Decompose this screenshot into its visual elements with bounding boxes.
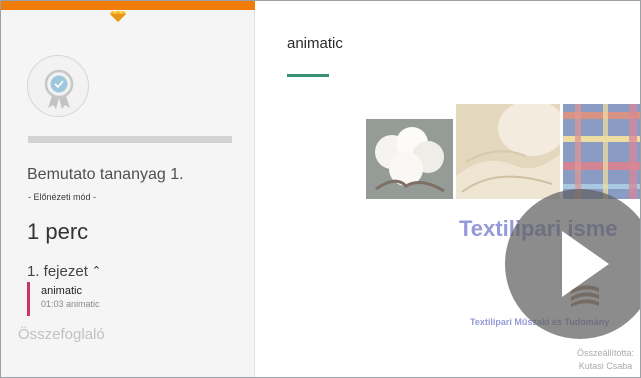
slide-credits: Összeállította: Kutasi Csaba: [577, 347, 634, 373]
course-duration: 1 perc: [27, 219, 89, 244]
diamond-icon: [110, 11, 126, 22]
lesson-item[interactable]: animatic 01:03 animatic: [27, 282, 227, 316]
course-title: Bemutato tananyag 1.: [27, 166, 184, 183]
fabric-image: [563, 104, 640, 199]
course-sidebar: Bemutato tananyag 1. - Előnézeti mód - 1…: [1, 1, 255, 377]
badge-icon: [44, 69, 74, 109]
author-name: Kutasi Csaba: [578, 361, 633, 371]
heading-underline: [287, 74, 329, 77]
cotton-image: [366, 119, 453, 199]
summary-link[interactable]: Összefoglaló: [18, 326, 105, 343]
play-button[interactable]: [505, 189, 640, 339]
play-icon: [562, 231, 609, 297]
sidebar-top-bar: [1, 1, 255, 10]
achievement-badge: [27, 55, 89, 117]
lesson-heading: animatic: [287, 35, 343, 52]
lesson-title: animatic: [41, 285, 82, 297]
lesson-meta: 01:03 animatic: [41, 299, 100, 309]
chevron-up-icon: ⌃: [91, 265, 102, 277]
chapter-label: 1. fejezet: [27, 263, 88, 280]
preview-mode-label: - Előnézeti mód -: [28, 192, 97, 202]
yarn-image: [456, 104, 560, 199]
lesson-content: animatic Textilipari Textilipari Összeál…: [256, 1, 640, 377]
course-progress-bar: [28, 136, 232, 143]
app-frame: Bemutato tananyag 1. - Előnézeti mód - 1…: [0, 0, 641, 378]
compiled-label: Összeállította:: [577, 348, 635, 358]
chapter-toggle[interactable]: 1. fejezet ⌃: [27, 263, 101, 280]
